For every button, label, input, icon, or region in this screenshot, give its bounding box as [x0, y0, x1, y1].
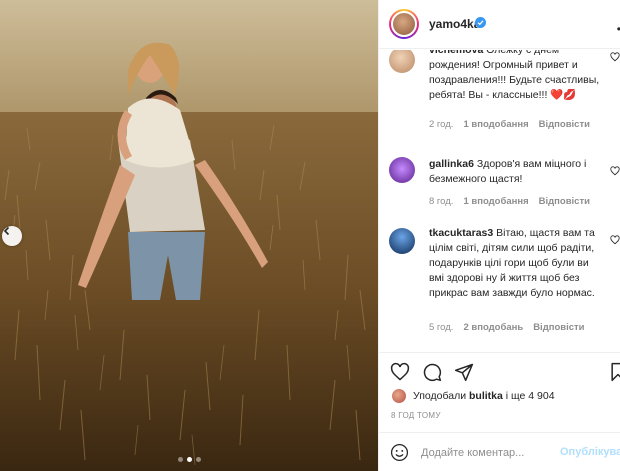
- carousel-indicator: [178, 457, 201, 462]
- likes-summary: Уподобали bulitka і ще 4 904: [391, 388, 555, 404]
- comment-input[interactable]: [421, 443, 557, 462]
- publish-button[interactable]: Опублікува: [560, 446, 620, 458]
- commenter-username[interactable]: vichemova: [429, 50, 483, 56]
- comment-meta: 2 год. 1 вподобання Відповісти: [429, 119, 590, 130]
- reply-button[interactable]: Відповісти: [539, 119, 590, 130]
- chevron-left-icon: [3, 226, 10, 236]
- post-side-panel: yamo4ka • vichemova Олежку с днем рожден…: [378, 0, 620, 471]
- like-comment-icon[interactable]: [610, 235, 620, 245]
- comment-body: tkacuktaras3 Вітаю, щастя вам та цілім с…: [429, 226, 605, 301]
- commenter-username[interactable]: tkacuktaras3: [429, 227, 493, 239]
- comment-body: gallinka6 Здоров'я вам міцного і безмежн…: [429, 157, 605, 187]
- likes-prefix: Уподобали: [413, 390, 467, 402]
- post-time[interactable]: 8 ГОД ТОМУ: [391, 411, 441, 420]
- post-photo[interactable]: [0, 0, 378, 471]
- author-avatar[interactable]: [389, 9, 419, 39]
- comment-time[interactable]: 5 год.: [429, 322, 453, 333]
- post-actions: [379, 352, 620, 386]
- commenter-avatar[interactable]: [389, 228, 415, 254]
- post-header: yamo4ka •: [379, 0, 620, 49]
- comment-icon[interactable]: [422, 362, 442, 382]
- comment-time[interactable]: 2 год.: [429, 119, 453, 130]
- like-comment-icon[interactable]: [610, 52, 620, 62]
- comment-likes[interactable]: 1 вподобання: [463, 119, 528, 130]
- reply-button[interactable]: Відповісти: [533, 322, 584, 333]
- previous-photo-button[interactable]: [2, 226, 22, 246]
- commenter-avatar[interactable]: [389, 50, 415, 73]
- reply-button[interactable]: Відповісти: [539, 196, 590, 207]
- author-username[interactable]: yamo4ka: [429, 17, 480, 31]
- emoji-icon[interactable]: [390, 443, 409, 462]
- add-comment-bar: Опублікува: [379, 432, 620, 471]
- commenter-username[interactable]: gallinka6: [429, 158, 474, 170]
- photo-scene: [0, 0, 378, 471]
- commenter-avatar[interactable]: [389, 157, 415, 183]
- comment-text: Олежку с днем рождения! Огромный привет …: [429, 50, 600, 101]
- share-icon[interactable]: [454, 362, 474, 382]
- liker-avatar[interactable]: [391, 388, 407, 404]
- comment-likes[interactable]: 1 вподобання: [463, 196, 528, 207]
- comment-time[interactable]: 8 год.: [429, 196, 453, 207]
- likes-count[interactable]: і ще 4 904: [506, 390, 555, 402]
- like-heart-icon[interactable]: [390, 362, 410, 382]
- comments-list: vichemova Олежку с днем рождения! Огромн…: [379, 50, 620, 350]
- comment-meta: 8 год. 1 вподобання Відповісти: [429, 196, 590, 207]
- save-bookmark-icon[interactable]: [608, 362, 620, 382]
- carousel-dot: [178, 457, 183, 462]
- verified-badge-icon: [475, 17, 486, 28]
- carousel-dot: [196, 457, 201, 462]
- comment-body: vichemova Олежку с днем рождения! Огромн…: [429, 50, 605, 103]
- liker-username[interactable]: bulitka: [469, 390, 503, 402]
- comment-likes[interactable]: 2 вподобань: [463, 322, 523, 333]
- comment-meta: 5 год. 2 вподобань Відповісти: [429, 322, 585, 333]
- carousel-dot-active: [187, 457, 192, 462]
- like-comment-icon[interactable]: [610, 166, 620, 176]
